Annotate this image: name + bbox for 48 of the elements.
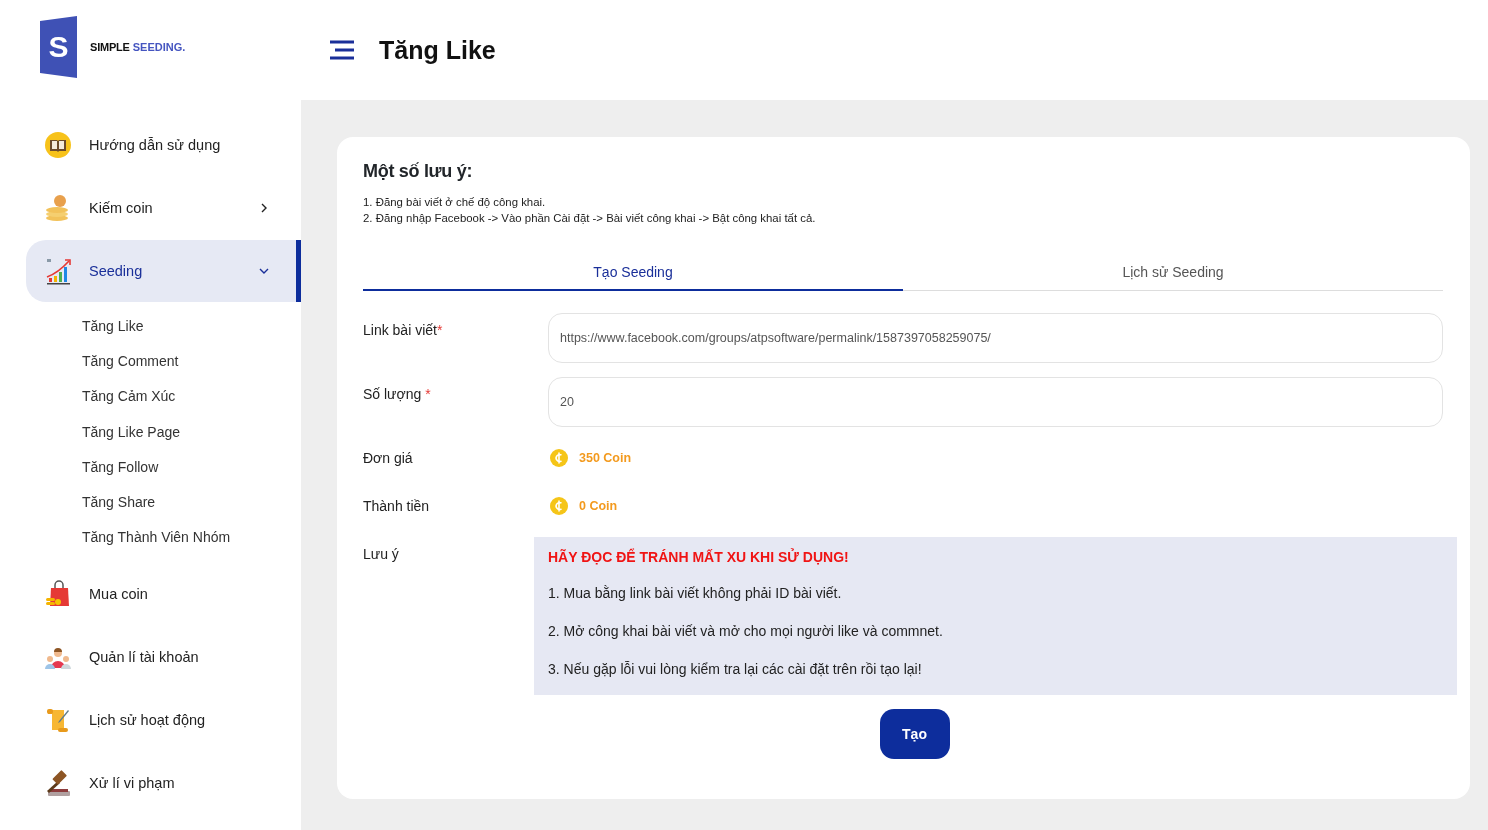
- page-title: Tăng Like: [379, 35, 496, 65]
- field-label: Thành tiền: [363, 498, 430, 514]
- submenu-item[interactable]: Tăng Follow: [82, 458, 159, 475]
- submenu-item[interactable]: Tăng Comment: [82, 352, 179, 369]
- submenu-item[interactable]: Tăng Cảm Xúc: [82, 388, 176, 405]
- coin-icon: [550, 497, 568, 515]
- coin-amount: 0 Coin: [579, 499, 618, 513]
- tab[interactable]: Tạo Seeding: [363, 256, 903, 291]
- logo-accent-text: SEEDING.: [132, 41, 186, 53]
- logo-text: SIMPLE: [90, 41, 130, 53]
- field-label: Số lượng: [363, 386, 423, 402]
- tab[interactable]: Lịch sử Seeding: [903, 256, 1443, 291]
- scroll-icon: [44, 706, 72, 735]
- warning-text: 2. Mở công khai bài viết và mở cho mọi người like và commnet.: [548, 623, 944, 639]
- warning-text: 1. Mua bằng link bài viết không phải ID bài viết.: [548, 585, 843, 601]
- required-mark: *: [425, 386, 431, 402]
- chevron-down-icon: [259, 266, 269, 276]
- sidebar-item[interactable]: Kiếm coin: [26, 177, 301, 239]
- book-icon: [44, 131, 72, 159]
- logo-mark: S: [40, 16, 77, 78]
- notice-text: 1. Đăng bài viết ở chế độ công khai.: [363, 195, 547, 210]
- submenu-item[interactable]: Tăng Like: [82, 317, 144, 334]
- warning-heading: HÃY ĐỌC ĐỂ TRÁNH MẤT XU KHI SỬ DỤNG!: [548, 549, 850, 565]
- input-field[interactable]: 20: [548, 377, 1443, 427]
- sidebar-item[interactable]: Xử lí vi phạm: [26, 752, 301, 815]
- shopping-bag-icon: [44, 580, 72, 609]
- submenu-item[interactable]: Tăng Share: [82, 494, 156, 511]
- field-label: Lưu ý: [363, 546, 399, 562]
- input-field[interactable]: https://www.facebook.com/groups/atpsoftware/permalink/1587397058259075/: [548, 313, 1443, 363]
- required-mark: *: [436, 322, 443, 338]
- sidebar-item[interactable]: Mua coin: [26, 563, 301, 626]
- submenu-item[interactable]: Tăng Like Page: [82, 423, 181, 440]
- sidebar-item[interactable]: Seeding: [26, 240, 301, 302]
- field-label: Link bài viết: [363, 322, 437, 338]
- create-button[interactable]: Tạo: [879, 709, 950, 759]
- menu-icon[interactable]: [329, 40, 355, 60]
- field-label: Đơn giá: [363, 450, 413, 466]
- warning-text: 3. Nếu gặp lỗi vui lòng kiểm tra lại các cài đặt trên rồi tạo lại!: [548, 661, 923, 677]
- coin-icon: [550, 449, 568, 467]
- chevron-right-icon: [259, 203, 269, 213]
- coin-amount: 350 Coin: [579, 451, 632, 465]
- submenu-item[interactable]: Tăng Thành Viên Nhóm: [82, 529, 231, 546]
- sidebar-item[interactable]: Lịch sử hoạt động: [26, 689, 301, 752]
- notice-title: Một số lưu ý:: [363, 161, 474, 182]
- sidebar-item[interactable]: Hướng dẫn sử dụng: [26, 114, 301, 176]
- sidebar-item[interactable]: Quản lí tài khoản: [26, 626, 301, 689]
- notice-text: 2. Đăng nhập Facebook -> Vào phần Cài đặt -> Bài viết công khai -> Bật công khai tất cả.: [363, 211, 817, 226]
- growth-chart-icon: [44, 257, 72, 285]
